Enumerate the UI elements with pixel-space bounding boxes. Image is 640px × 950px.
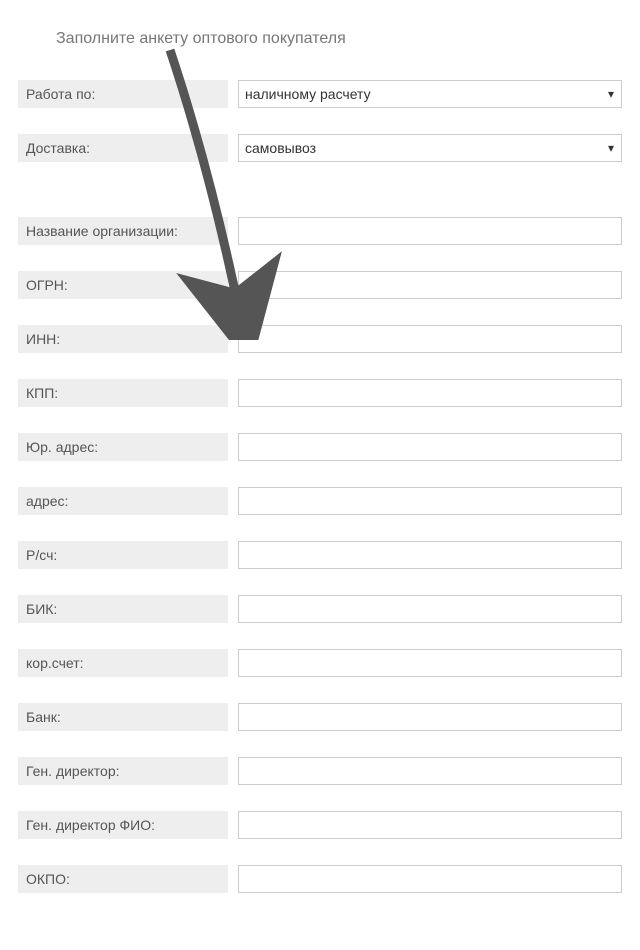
label-rsch: Р/сч: [18, 541, 228, 569]
label-ogrn: ОГРН: [18, 271, 228, 299]
row-rsch: Р/сч: [18, 541, 622, 569]
label-kor-account: кор.счет: [18, 649, 228, 677]
row-org-name: Название организации: [18, 217, 622, 245]
label-org-name: Название организации: [18, 217, 228, 245]
input-okpo[interactable] [238, 865, 622, 893]
row-bank: Банк: [18, 703, 622, 731]
label-okpo: ОКПО: [18, 865, 228, 893]
label-kpp: КПП: [18, 379, 228, 407]
select-delivery[interactable]: самовывоз [238, 134, 622, 162]
row-bik: БИК: [18, 595, 622, 623]
row-ogrn: ОГРН: [18, 271, 622, 299]
input-bik[interactable] [238, 595, 622, 623]
row-gen-director: Ген. директор: [18, 757, 622, 785]
row-address: адрес: [18, 487, 622, 515]
select-wrap-work-by: наличному расчету [238, 80, 622, 108]
row-inn: ИНН: [18, 325, 622, 353]
row-work-by: Работа по: наличному расчету [18, 80, 622, 108]
row-jur-address: Юр. адрес: [18, 433, 622, 461]
input-bank[interactable] [238, 703, 622, 731]
input-kor-account[interactable] [238, 649, 622, 677]
input-ogrn[interactable] [238, 271, 622, 299]
row-okpo: ОКПО: [18, 865, 622, 893]
label-gen-director: Ген. директор: [18, 757, 228, 785]
input-gen-director[interactable] [238, 757, 622, 785]
select-work-by[interactable]: наличному расчету [238, 80, 622, 108]
label-bik: БИК: [18, 595, 228, 623]
label-bank: Банк: [18, 703, 228, 731]
label-gen-director-fio: Ген. директор ФИО: [18, 811, 228, 839]
label-address: адрес: [18, 487, 228, 515]
input-inn[interactable] [238, 325, 622, 353]
label-work-by: Работа по: [18, 80, 228, 108]
label-jur-address: Юр. адрес: [18, 433, 228, 461]
input-kpp[interactable] [238, 379, 622, 407]
input-org-name[interactable] [238, 217, 622, 245]
form-title: Заполните анкету оптового покупателя [56, 30, 622, 48]
input-rsch[interactable] [238, 541, 622, 569]
label-delivery: Доставка: [18, 134, 228, 162]
row-kpp: КПП: [18, 379, 622, 407]
select-wrap-delivery: самовывоз [238, 134, 622, 162]
form-container: Работа по: наличному расчету Доставка: с… [18, 80, 622, 919]
input-address[interactable] [238, 487, 622, 515]
label-inn: ИНН: [18, 325, 228, 353]
input-gen-director-fio[interactable] [238, 811, 622, 839]
row-kor-account: кор.счет: [18, 649, 622, 677]
row-delivery: Доставка: самовывоз [18, 134, 622, 162]
row-gen-director-fio: Ген. директор ФИО: [18, 811, 622, 839]
input-jur-address[interactable] [238, 433, 622, 461]
